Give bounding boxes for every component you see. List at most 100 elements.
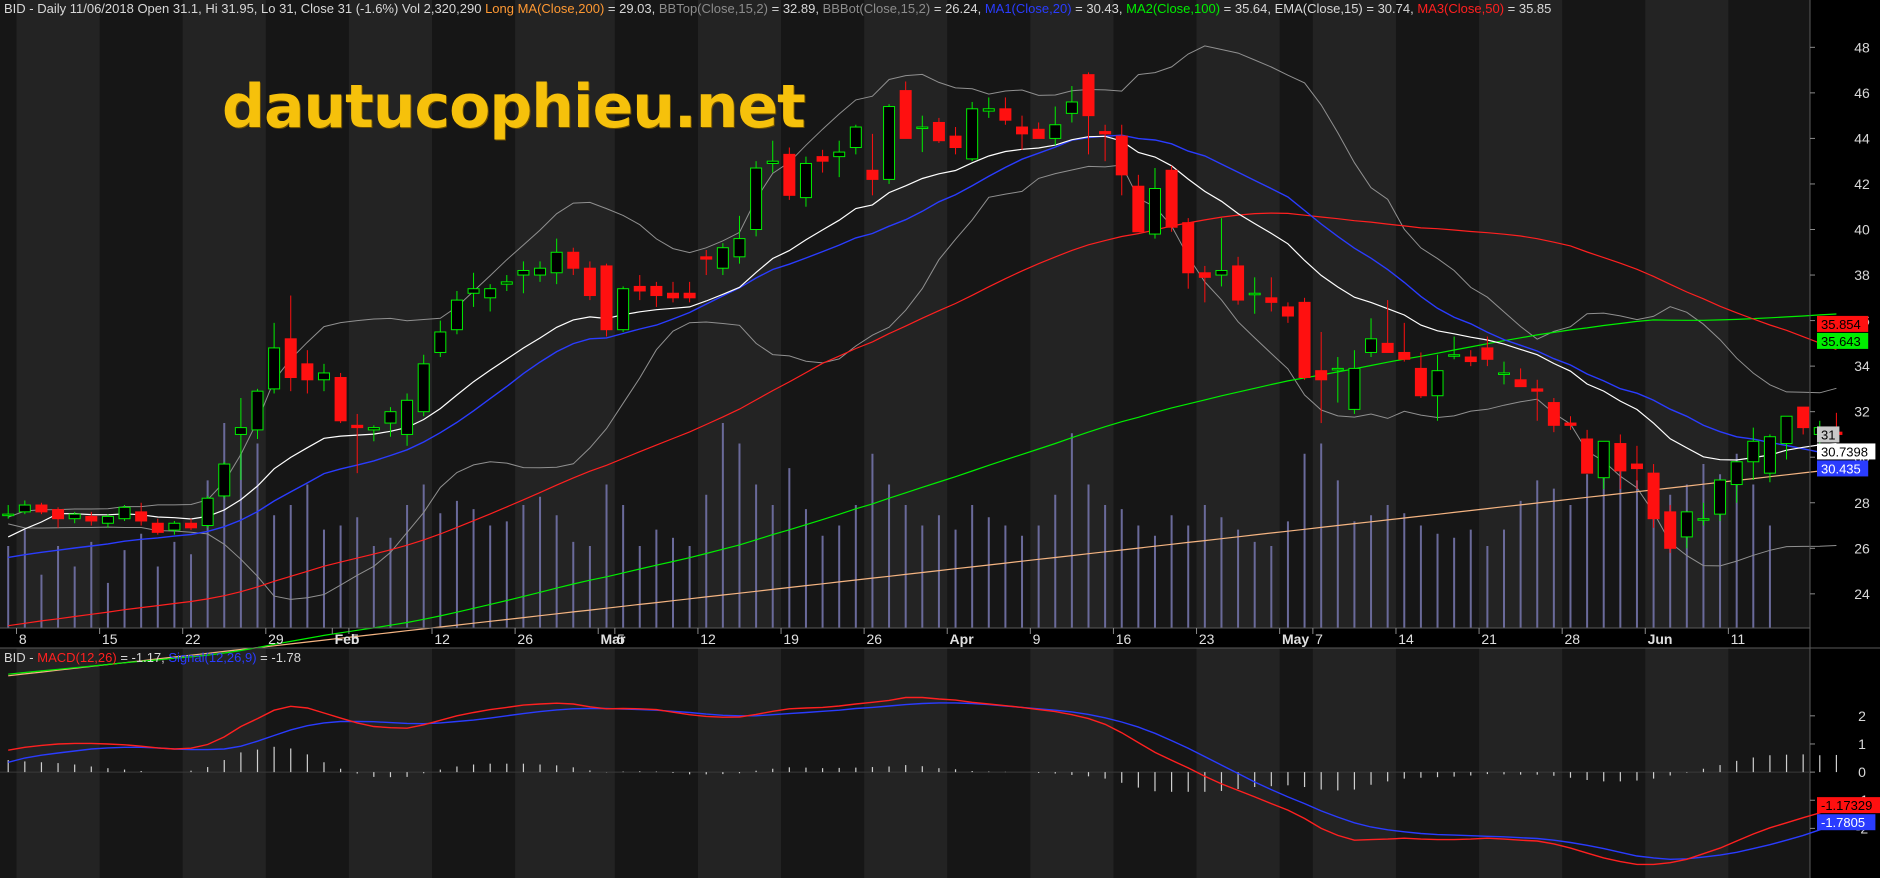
legend-segment: BID - [4,650,38,665]
candle-body [1099,131,1112,135]
x-tick-label: 28 [1564,631,1580,647]
value-badge-label: -1.7805 [1821,815,1865,830]
x-tick-label: 26 [517,631,533,647]
candle-body [168,522,181,531]
candle-body [783,153,796,196]
y-tick-label: 44 [1854,130,1870,146]
candle-body [1498,372,1510,375]
candle-body [301,363,314,381]
candle-body [1531,388,1544,392]
value-badge-label: -1.17329 [1821,798,1872,813]
value-badge-label: 30.435 [1821,461,1861,476]
candle-body [1647,472,1660,520]
x-tick-label: 7 [1315,631,1323,647]
x-tick-label: 16 [1116,631,1132,647]
week-band [348,648,433,878]
candle-body [1265,297,1278,303]
week-band [864,648,948,878]
candle-body [683,292,696,299]
candle-body [1148,188,1161,235]
x-tick-label: 19 [783,631,799,647]
macd-y-tick-label: 1 [1858,736,1866,752]
candle-body [18,504,31,513]
candle-body [1348,367,1361,410]
candle-body [85,515,98,522]
candle-body [1381,342,1394,353]
y-tick-label: 28 [1854,495,1870,511]
y-tick-label: 46 [1854,85,1870,101]
candle-body [1414,367,1427,397]
candle-body [434,331,447,353]
candle-body [1747,440,1760,463]
candle-body [733,238,746,258]
candle-body [916,126,929,130]
week-band [515,648,615,878]
candle-body [1165,169,1178,228]
x-tick-label: 21 [1481,631,1497,647]
week-band [697,648,782,878]
candle-body [567,251,580,269]
value-badge-label: 35.854 [1821,317,1861,332]
candle-body [716,247,729,269]
x-tick-label: 5 [351,631,359,647]
candle-body [135,511,148,522]
candle-body [234,427,247,435]
legend-segment: = 32.89, [768,1,823,16]
candle-body [484,288,497,299]
legend-segment: = 35.85 [1504,1,1552,16]
candle-body [1016,126,1029,135]
candle-body [1780,415,1793,445]
candle-body [633,285,646,292]
candle-body [118,506,131,520]
candle-body [667,292,679,299]
legend-segment: = -1.78 [256,650,301,665]
candle-body [2,513,15,517]
legend-segment: BBTop(Close,15,2) [658,1,768,16]
candle-body [1763,436,1776,474]
week-band [1196,648,1280,878]
candle-body [799,162,812,199]
price-indicator-legend: BID - Daily 11/06/2018 Open 31.1, Hi 31.… [4,1,1551,16]
candle-body [1032,128,1045,139]
y-tick-label: 48 [1854,39,1870,55]
candle-body [1298,301,1311,379]
candle-body [101,515,114,524]
candle-body [1630,463,1643,470]
candle-body [384,411,397,424]
candle-body [650,285,663,297]
x-tick-label: 12 [700,631,716,647]
candle-body [467,288,480,294]
legend-segment: BID - Daily 11/06/2018 Open 31.1, Hi 31.… [4,1,486,16]
candle-body [68,513,81,520]
x-tick-label: 14 [1398,631,1414,647]
candle-body [1714,479,1727,515]
candle-body [1614,443,1627,472]
candle-body [617,288,630,331]
candle-body [833,151,846,158]
candle-body [534,267,547,276]
candle-body [766,160,779,164]
candle-body [1730,461,1743,486]
candle-body [401,399,414,435]
candle-body [1281,306,1294,317]
candle-body [1365,338,1378,353]
candle-body [1481,347,1494,360]
x-tick-label: 15 [102,631,118,647]
legend-segment: Long MA(Close,200) [485,1,605,16]
x-tick-label: 9 [1033,631,1041,647]
legend-segment: Signal(12,26,9) [168,650,257,665]
candle-body [700,256,713,260]
y-tick-label: 42 [1854,176,1870,192]
candle-body [1115,135,1128,176]
candle-body [1248,292,1261,296]
legend-segment: MA1(Close,20) [984,1,1072,16]
candle-body [218,463,231,497]
x-tick-label: 22 [185,631,201,647]
candle-body [1431,370,1444,397]
candle-body [999,108,1012,121]
week-band [1030,648,1114,878]
candle-body [883,106,896,180]
candle-body [966,108,979,160]
candle-body [899,90,912,139]
legend-segment: = 30.43, [1071,1,1127,16]
